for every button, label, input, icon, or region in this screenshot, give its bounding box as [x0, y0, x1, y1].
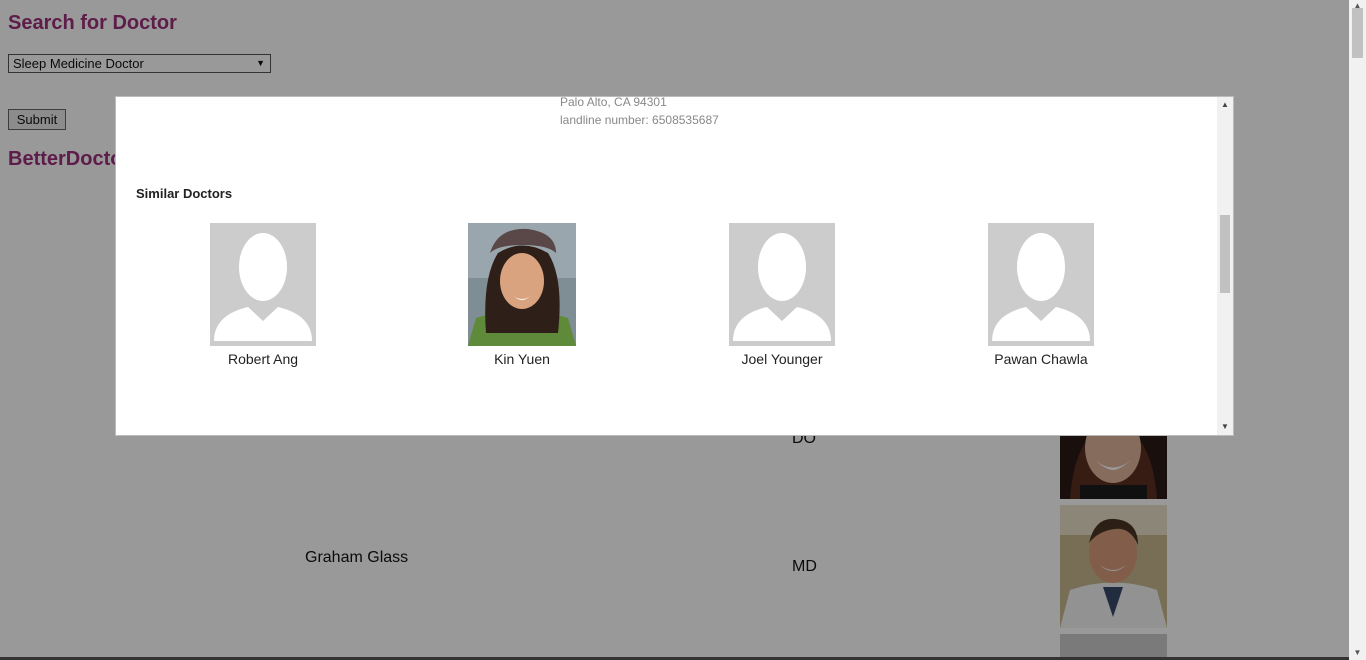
doctor-detail-modal: Palo Alto, CA 94301 landline number: 650… [115, 96, 1234, 436]
modal-scrollbar[interactable]: ▲ ▼ [1217, 97, 1233, 435]
similar-doctor-name[interactable]: Kin Yuen [452, 351, 592, 367]
similar-doctor-card[interactable]: Robert Ang [193, 223, 333, 367]
similar-doctor-card[interactable]: Pawan Chawla [971, 223, 1111, 367]
similar-doctor-name[interactable]: Joel Younger [712, 351, 852, 367]
page-scrollbar-thumb[interactable] [1352, 8, 1363, 58]
user-silhouette-icon[interactable] [729, 223, 835, 346]
doctor-portrait[interactable] [468, 223, 576, 346]
similar-doctor-name[interactable]: Pawan Chawla [971, 351, 1111, 367]
phone-line: landline number: 6508535687 [560, 113, 719, 127]
scroll-down-arrow-icon[interactable]: ▼ [1217, 422, 1233, 431]
similar-doctor-card[interactable]: Kin Yuen [452, 223, 592, 367]
page-scrollbar[interactable]: ▲ ▼ [1349, 0, 1366, 660]
similar-doctors-title: Similar Doctors [136, 186, 233, 201]
scroll-down-arrow-icon[interactable]: ▼ [1349, 648, 1366, 657]
similar-doctor-name[interactable]: Robert Ang [193, 351, 333, 367]
modal-scrollbar-thumb[interactable] [1220, 215, 1230, 293]
similar-doctor-card[interactable]: Joel Younger [712, 223, 852, 367]
user-silhouette-icon[interactable] [988, 223, 1094, 346]
user-silhouette-icon[interactable] [210, 223, 316, 346]
address-line: Palo Alto, CA 94301 [560, 96, 667, 109]
scroll-up-arrow-icon[interactable]: ▲ [1217, 100, 1233, 109]
